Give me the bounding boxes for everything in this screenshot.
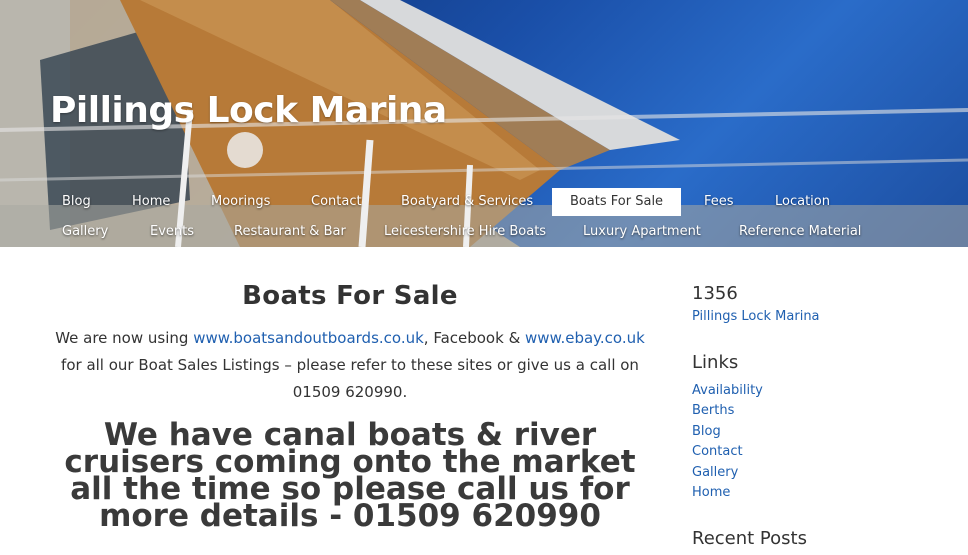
nav-item-gallery[interactable]: Gallery [62,218,108,246]
nav-item-reference-material[interactable]: Reference Material [739,218,861,246]
links-widget-title: Links [692,351,739,373]
sidebar: 1356 Pillings Lock Marina Links Availabi… [692,281,952,552]
ebay-link[interactable]: www.ebay.co.uk [525,329,645,347]
nav-item-home[interactable]: Home [132,188,170,216]
recent-posts-title: Recent Posts [692,527,807,549]
call-us-headline: We have canal boats & river cruisers com… [64,417,636,534]
intro-text: We are now using [55,329,194,347]
sidebar-link-home[interactable]: Home [692,483,952,504]
intro-paragraph: We are now using www.boatsandoutboards.c… [40,325,660,406]
sidebar-link-gallery[interactable]: Gallery [692,463,952,484]
sidebar-link-berths[interactable]: Berths [692,401,952,422]
intro-text: , Facebook & [423,329,526,347]
site-title[interactable]: Pillings Lock Marina [50,90,447,131]
sidebar-link-availability[interactable]: Availability [692,381,952,402]
nav-item-fees[interactable]: Fees [704,188,734,216]
nav-item-restaurant-bar[interactable]: Restaurant & Bar [234,218,346,246]
boatsandoutboards-link[interactable]: www.boatsandoutboards.co.uk [193,329,424,347]
main-content: Boats For Sale We are now using www.boat… [40,270,660,532]
sidebar-link-blog[interactable]: Blog [692,422,952,443]
site-header: Pillings Lock Marina Blog Home Moorings … [0,0,968,247]
nav-item-luxury-apartment[interactable]: Luxury Apartment [583,218,701,246]
nav-item-moorings[interactable]: Moorings [211,188,270,216]
widget-title: 1356 [692,283,738,304]
sidebar-link-pillings-lock-marina[interactable]: Pillings Lock Marina [692,307,952,328]
links-list: Availability Berths Blog Contact Gallery… [692,381,952,504]
nav-item-boats-for-sale[interactable]: Boats For Sale [552,188,681,216]
nav-item-hire-boats[interactable]: Leicestershire Hire Boats [384,218,546,246]
nav-item-blog[interactable]: Blog [62,188,91,216]
sidebar-link-contact[interactable]: Contact [692,442,952,463]
intro-text: for all our Boat Sales Listings – please… [61,356,639,401]
nav-item-boatyard-services[interactable]: Boatyard & Services [401,188,533,216]
nav-item-location[interactable]: Location [775,188,830,216]
nav-item-events[interactable]: Events [150,218,194,246]
page-title: Boats For Sale [242,281,458,311]
nav-item-contact[interactable]: Contact [311,188,362,216]
